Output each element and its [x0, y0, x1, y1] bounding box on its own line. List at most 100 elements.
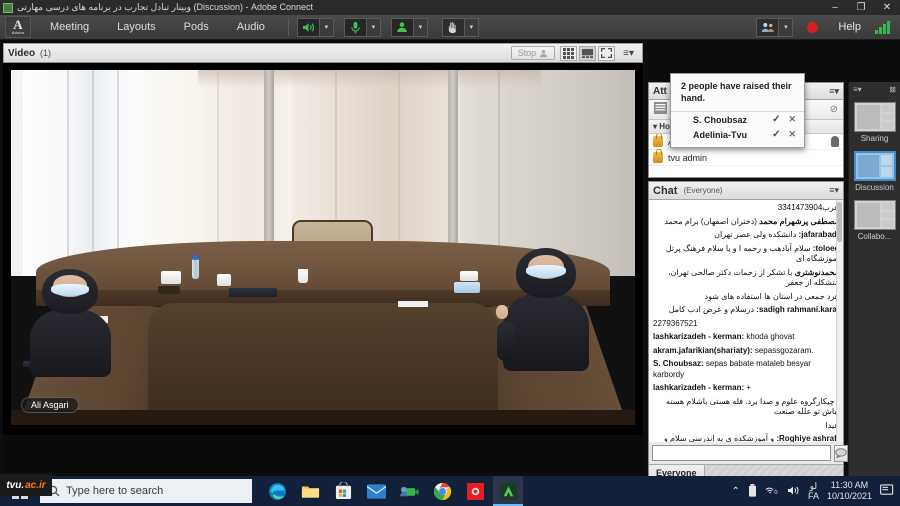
video-pod-menu-icon[interactable]: ≡▾ — [619, 48, 638, 59]
taskbar-icon-mail[interactable] — [361, 476, 391, 506]
participant-left — [29, 268, 111, 378]
windows-taskbar: Type here to search ⌃ 0 لو FA 11:30 AM 1… — [0, 476, 900, 506]
chat-message-text: sepassgozaram. — [754, 345, 814, 355]
chat-message-author: sadigh rahmani.karaj: — [756, 305, 839, 314]
clock[interactable]: 11:30 AM 10/10/2021 — [827, 480, 872, 502]
chat-pod-menu-icon[interactable]: ≡▾ — [829, 185, 839, 196]
fullscreen-view-icon[interactable] — [598, 45, 616, 61]
taskbar-icon-adobe-connect[interactable] — [493, 476, 523, 506]
chat-message: مصطفی پرشهرام محمد (دختران اصفهان) برام … — [653, 217, 839, 228]
people-status-icon[interactable] — [756, 17, 780, 37]
raised-hand-row-choubsaz: S. Choubsaz ✓ ✕ — [671, 112, 804, 127]
taskbar-icon-teams-meeting[interactable] — [394, 476, 424, 506]
accept-hand-icon[interactable]: ✓ — [772, 114, 780, 125]
chat-message: toloee: سلام آبادهب و رحمه ا و یا سلام ف… — [653, 244, 839, 265]
attendee-mic-icon — [831, 136, 839, 147]
menu-meeting[interactable]: Meeting — [41, 18, 98, 36]
menu-audio[interactable]: Audio — [228, 18, 274, 36]
chat-input[interactable] — [652, 445, 831, 461]
layout-thumb-discussion[interactable] — [853, 151, 896, 181]
microphone-dropdown-arrow[interactable]: ▾ — [366, 17, 381, 37]
chat-message: 2279367521 — [653, 319, 839, 330]
chat-message: S. Choubsaz: sepas babate mataleb besyar… — [653, 359, 839, 380]
chat-message-author: Roghiye ashrafi: — [776, 434, 839, 442]
webcam-dropdown-arrow[interactable]: ▾ — [413, 17, 428, 37]
taskbar-search[interactable]: Type here to search — [40, 479, 252, 503]
minimize-button[interactable]: – — [822, 0, 848, 15]
video-pod-count: (1) — [40, 48, 52, 58]
raised-hand-name: Adelinia-Tvu — [693, 129, 748, 140]
dismiss-hand-icon[interactable]: ✕ — [788, 129, 796, 140]
menu-bar: A Adobe Meeting Layouts Pods Audio ▾ ▾ ▾ — [0, 15, 900, 40]
stop-webcam-label: Stop — [517, 48, 537, 58]
connection-strength-icon[interactable] — [875, 20, 890, 34]
chat-message: عرب3341473904 — [653, 203, 839, 214]
attendees-pod-menu-icon[interactable]: ≡▾ — [829, 86, 839, 97]
grid-view-icon[interactable] — [560, 45, 578, 61]
chat-message-author: jafarabadi: — [798, 230, 839, 239]
menu-layouts[interactable]: Layouts — [108, 18, 165, 36]
watermark-part-1: tvu. — [6, 479, 25, 491]
maximize-button[interactable]: ❐ — [848, 0, 874, 15]
taskbar-icon-microsoft-store[interactable] — [328, 476, 358, 506]
video-feed-image: Ali Asgari — [11, 70, 635, 425]
taskbar-icon-edge[interactable] — [262, 476, 292, 506]
volume-icon[interactable] — [787, 485, 800, 498]
battery-icon[interactable] — [748, 483, 757, 499]
show-hidden-icons-button[interactable]: ⌃ — [732, 486, 740, 497]
adobe-logo-word: Adobe — [11, 30, 25, 35]
taskbar-icon-red-app[interactable] — [460, 476, 490, 506]
chat-message: jafarabadi: دانشکده ولی عصر تهران — [653, 230, 839, 241]
stop-webcam-button[interactable]: Stop — [510, 46, 556, 60]
speaker-dropdown-arrow[interactable]: ▾ — [319, 17, 334, 37]
attendee-list-view-icon[interactable] — [654, 101, 667, 119]
layout-thumb-collaboration[interactable] — [853, 200, 896, 230]
raised-hands-message: 2 people have raised their hand. — [681, 81, 792, 103]
raise-hand-icon[interactable] — [441, 17, 465, 37]
chat-message: akram.jafarikian(shariaty): sepassgozara… — [653, 346, 839, 357]
webcam-icon[interactable] — [390, 17, 414, 37]
chat-message: Roghiye ashrafi: و آموزشکده ی به اندرسی … — [653, 434, 839, 442]
action-center-icon[interactable] — [880, 484, 894, 498]
video-pod-title: Video — [8, 47, 36, 59]
chat-message: محمدنوشتری با تشکر از زحمات دکتر صالحی ت… — [653, 268, 839, 289]
raise-hand-dropdown-arrow[interactable]: ▾ — [464, 17, 479, 37]
help-menu[interactable]: Help — [830, 18, 869, 36]
speaker-icon[interactable] — [296, 17, 320, 37]
attendee-status-group: ▾ — [756, 17, 794, 37]
chat-message-author: lashkarizadeh - kerman: — [653, 383, 745, 392]
chat-message: lashkarizadeh - kerman: + — [653, 383, 839, 394]
language-indicator[interactable]: لو FA — [808, 481, 819, 501]
menu-pods[interactable]: Pods — [175, 18, 218, 36]
attendee-options-icon[interactable]: ⊘ — [830, 104, 838, 115]
close-button[interactable]: ✕ — [874, 0, 900, 15]
adobe-logo-letter: A — [13, 17, 23, 32]
layouts-close-icon[interactable]: ⊠ — [889, 85, 896, 94]
chat-message-author: S. Choubsaz: — [653, 359, 704, 368]
language-line-2: FA — [807, 491, 819, 501]
recording-indicator-icon[interactable] — [807, 21, 819, 33]
chat-scrollbar[interactable] — [836, 200, 843, 442]
chat-send-button[interactable] — [834, 444, 848, 462]
chat-messages-container: عرب3341473904 مصطفی پرشهرام محمد (دختران … — [653, 203, 839, 442]
attendee-row-tvu-admin[interactable]: tvu admin — [649, 149, 843, 166]
clock-date: 10/10/2021 — [826, 491, 872, 501]
dismiss-hand-icon[interactable]: ✕ — [788, 114, 796, 125]
tvu-watermark: tvu. ac.ir — [0, 474, 52, 496]
attendee-status-dropdown-arrow[interactable]: ▾ — [779, 17, 794, 37]
taskbar-icon-file-explorer[interactable] — [295, 476, 325, 506]
single-speaker-view-icon[interactable] — [579, 45, 597, 61]
chat-pod: Chat (Everyone) ≡▾ عرب3341473904 مصطفی پر… — [648, 181, 848, 481]
microphone-icon[interactable] — [343, 17, 367, 37]
chat-pod-scope: (Everyone) — [683, 186, 723, 195]
chat-scrollbar-thumb[interactable] — [837, 202, 842, 242]
network-icon[interactable]: 0 — [765, 485, 779, 498]
layouts-menu-icon[interactable]: ≡▾ — [853, 85, 862, 94]
accept-hand-icon[interactable]: ✓ — [772, 129, 780, 140]
video-pod-footer — [3, 435, 643, 473]
chat-message-text: درسلام و عرض ادب کامل — [668, 305, 755, 314]
taskbar-icon-chrome[interactable] — [427, 476, 457, 506]
layout-thumb-sharing[interactable] — [853, 102, 896, 132]
chat-message-text: إ چیکارگروه علوم و صدا برد. فله هستی باش… — [666, 396, 839, 417]
chat-message-list[interactable]: عرب3341473904 مصطفی پرشهرام محمد (دختران … — [649, 200, 843, 442]
